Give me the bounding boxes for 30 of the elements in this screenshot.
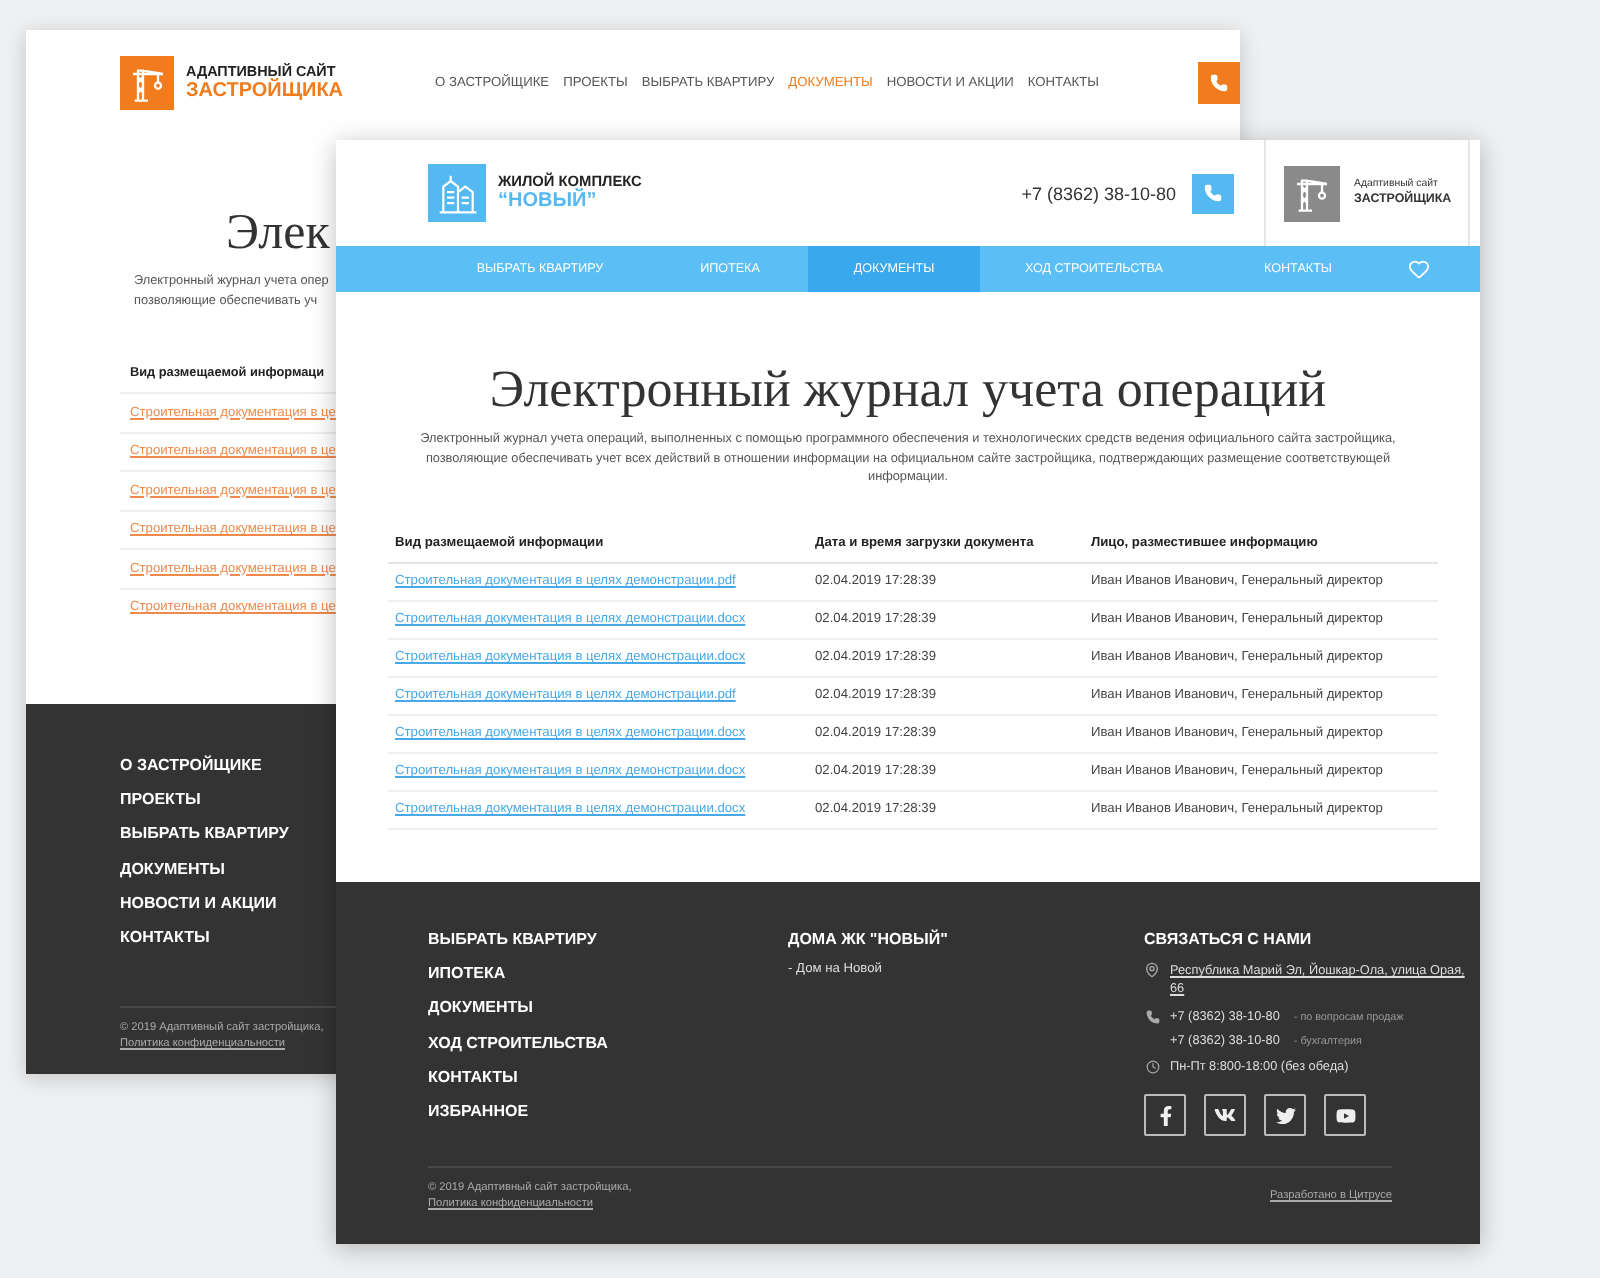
- footer-link[interactable]: ИПОТЕКА: [428, 956, 506, 991]
- map-pin-icon: [1144, 962, 1160, 979]
- logo-title: ЗАСТРОЙЩИКА: [186, 79, 344, 105]
- facebook-icon[interactable]: [1144, 1094, 1186, 1137]
- footer-link[interactable]: КОНТАКТЫ: [120, 920, 210, 955]
- footer-link[interactable]: ПРОЕКТЫ: [120, 782, 201, 817]
- twitter-bird-icon[interactable]: [1264, 1094, 1306, 1137]
- phone-button[interactable]: [1198, 62, 1240, 104]
- footer-link[interactable]: О ЗАСТРОЙЩИКЕ: [120, 748, 262, 783]
- footer-link[interactable]: ХОД СТРОИТЕЛЬСТВА: [428, 1025, 608, 1060]
- footer-link[interactable]: КОНТАКТЫ: [428, 1059, 518, 1095]
- phone-number: +7 (8362) 38-10-80: [1021, 183, 1176, 203]
- page-title: Электронный журнал учета операций: [489, 360, 1327, 420]
- phone-icon: [1204, 184, 1222, 202]
- footer-heading: ДОМА ЖК "НОВЫЙ": [788, 927, 948, 952]
- footer-link[interactable]: ВЫБРАТЬ КВАРТИРУ: [428, 922, 597, 957]
- youtube-icon[interactable]: [1324, 1094, 1366, 1137]
- logo-title: “НОВЫЙ”: [498, 189, 599, 215]
- vk-icon[interactable]: [1204, 1094, 1246, 1137]
- clock-icon: [1145, 1060, 1159, 1075]
- partner-logo[interactable]: [1284, 165, 1340, 221]
- footer-link[interactable]: ДОКУМЕНТЫ: [120, 851, 225, 886]
- phone-icon: [1145, 1010, 1159, 1025]
- page-title: Элек: [226, 204, 330, 264]
- footer-heading: СВЯЗАТЬСЯ С НАМИ: [1144, 928, 1312, 952]
- footer-link[interactable]: НОВОСТИ И АКЦИИ: [120, 885, 277, 921]
- footer-link[interactable]: ИЗБРАННОЕ: [428, 1094, 529, 1129]
- footer-link[interactable]: ВЫБРАТЬ КВАРТИРУ: [120, 816, 289, 852]
- footer-link[interactable]: ДОКУМЕНТЫ: [428, 990, 533, 1026]
- phone-icon: [1210, 74, 1229, 92]
